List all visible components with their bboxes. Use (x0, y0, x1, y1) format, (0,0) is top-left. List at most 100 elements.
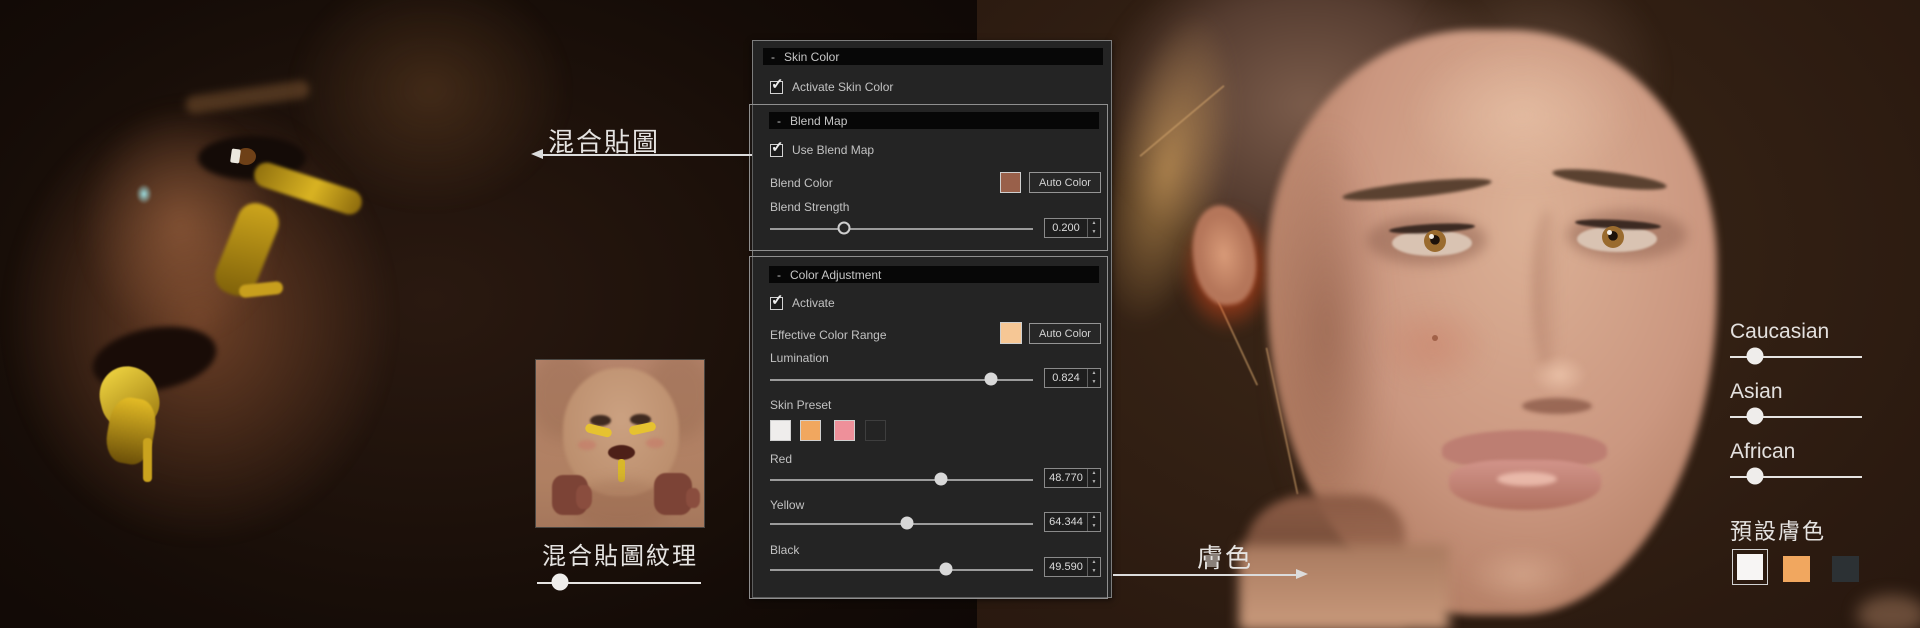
cheek-blush (1372, 300, 1492, 390)
black-label: Black (770, 543, 799, 557)
texture-corner-blob-right-small (686, 488, 700, 508)
blend-strength-slider[interactable] (770, 222, 1033, 235)
left-eye-glint (230, 148, 241, 163)
slider-track (770, 228, 1033, 230)
blend-map-texture-image (535, 359, 705, 528)
nose-tip-highlight (1532, 355, 1587, 395)
skin-preset-swatch-orange[interactable] (800, 420, 821, 441)
spin-up-icon[interactable]: ▲ (1088, 369, 1100, 378)
texture-corner-blob-left-small (576, 485, 592, 509)
preset-skin-swatch-dark[interactable] (1832, 556, 1859, 582)
value-text[interactable]: 48.770 (1045, 469, 1087, 487)
lumination-value[interactable]: 0.824 ▲ ▼ (1044, 368, 1101, 388)
caucasian-label: Caucasian (1730, 320, 1829, 344)
spin-up-icon[interactable]: ▲ (1088, 513, 1100, 522)
checkbox-icon: ✓ (770, 144, 783, 157)
spin-down-icon[interactable]: ▼ (1088, 228, 1100, 237)
slider-handle[interactable] (1747, 408, 1764, 425)
spinner: ▲ ▼ (1087, 219, 1100, 237)
section-title: Skin Color (784, 50, 839, 64)
slider-handle[interactable] (984, 373, 997, 386)
blend-strength-value[interactable]: 0.200 ▲ ▼ (1044, 218, 1101, 238)
value-text[interactable]: 0.200 (1045, 219, 1087, 237)
auto-color-button[interactable]: Auto Color (1029, 172, 1101, 193)
skin-preset-label: Skin Preset (770, 398, 831, 412)
blend-color-swatch[interactable] (1000, 172, 1021, 193)
arrow-right-icon (1296, 569, 1308, 579)
lumination-slider[interactable] (770, 373, 1033, 386)
texture-mouth (608, 445, 635, 460)
collapse-icon: - (777, 114, 781, 128)
preset-skin-label: 預設膚色 (1730, 514, 1826, 546)
forehead-highlight (1407, 40, 1637, 190)
activate-skin-color-checkbox[interactable]: ✓ Activate Skin Color (770, 80, 893, 94)
spinner: ▲ ▼ (1087, 369, 1100, 387)
collapse-icon: - (777, 268, 781, 282)
spin-up-icon[interactable]: ▲ (1088, 219, 1100, 228)
skin-preset-swatch-white[interactable] (770, 420, 791, 441)
skin-color-section-header[interactable]: - Skin Color (763, 48, 1103, 65)
slider-handle[interactable] (934, 473, 947, 486)
color-adjustment-section-header[interactable]: - Color Adjustment (769, 266, 1099, 283)
yellow-value[interactable]: 64.344 ▲ ▼ (1044, 512, 1101, 532)
lumination-label: Lumination (770, 351, 829, 365)
caucasian-slider[interactable] (1730, 348, 1862, 365)
asian-slider[interactable] (1730, 408, 1862, 425)
check-icon: ✓ (771, 138, 784, 156)
slider-track (770, 569, 1033, 571)
blend-strength-label: Blend Strength (770, 200, 849, 214)
checkbox-label: Activate Skin Color (792, 80, 893, 94)
effective-color-range-label: Effective Color Range (770, 328, 887, 342)
preset-skin-swatch-orange[interactable] (1783, 556, 1810, 582)
value-text[interactable]: 64.344 (1045, 513, 1087, 531)
activate-color-adjustment-checkbox[interactable]: ✓ Activate (770, 296, 835, 310)
spin-down-icon[interactable]: ▼ (1088, 522, 1100, 531)
blend-map-callout-line (538, 154, 752, 156)
skin-preset-swatch-pink[interactable] (834, 420, 855, 441)
face-side-shadow (1267, 120, 1387, 540)
slider-handle[interactable] (551, 574, 568, 591)
auto-color-button[interactable]: Auto Color (1029, 323, 1101, 344)
effective-color-swatch[interactable] (1000, 322, 1022, 344)
checkbox-label: Use Blend Map (792, 143, 874, 157)
spin-up-icon[interactable]: ▲ (1088, 558, 1100, 567)
black-slider[interactable] (770, 563, 1033, 576)
black-value[interactable]: 49.590 ▲ ▼ (1044, 557, 1101, 577)
texture-blush-left (578, 440, 596, 450)
chin-highlight (1467, 545, 1577, 605)
use-blend-map-checkbox[interactable]: ✓ Use Blend Map (770, 143, 874, 157)
slider-handle[interactable] (837, 222, 850, 235)
spin-down-icon[interactable]: ▼ (1088, 567, 1100, 576)
texture-blush-right (646, 438, 664, 448)
spinner: ▲ ▼ (1087, 513, 1100, 531)
yellow-slider[interactable] (770, 517, 1033, 530)
red-label: Red (770, 452, 792, 466)
shoulder-corner (1857, 595, 1920, 628)
value-text[interactable]: 49.590 (1045, 558, 1087, 576)
slider-handle[interactable] (940, 563, 953, 576)
spin-up-icon[interactable]: ▲ (1088, 469, 1100, 478)
gold-lip-drip (143, 438, 152, 482)
blend-color-label: Blend Color (770, 176, 833, 190)
collapse-icon: - (771, 50, 775, 64)
preset-skin-swatch-white-selected[interactable] (1732, 549, 1768, 585)
red-slider[interactable] (770, 473, 1033, 486)
red-value[interactable]: 48.770 ▲ ▼ (1044, 468, 1101, 488)
character-skin-editor-screen: - Skin Color ✓ Activate Skin Color - Ble… (0, 0, 1920, 628)
value-text[interactable]: 0.824 (1045, 369, 1087, 387)
slider-track (770, 479, 1033, 481)
skin-color-callout-line (1113, 574, 1298, 576)
slider-handle[interactable] (1747, 348, 1764, 365)
blend-texture-slider[interactable] (537, 574, 701, 591)
spin-down-icon[interactable]: ▼ (1088, 378, 1100, 387)
african-slider[interactable] (1730, 468, 1862, 485)
blend-map-section-header[interactable]: - Blend Map (769, 112, 1099, 129)
skin-preset-swatch-empty[interactable] (865, 420, 886, 441)
slider-handle[interactable] (900, 517, 913, 530)
section-title: Blend Map (790, 114, 847, 128)
arrow-left-icon (531, 149, 543, 159)
yellow-label: Yellow (770, 498, 804, 512)
spin-down-icon[interactable]: ▼ (1088, 478, 1100, 487)
check-icon: ✓ (771, 291, 784, 309)
slider-handle[interactable] (1747, 468, 1764, 485)
